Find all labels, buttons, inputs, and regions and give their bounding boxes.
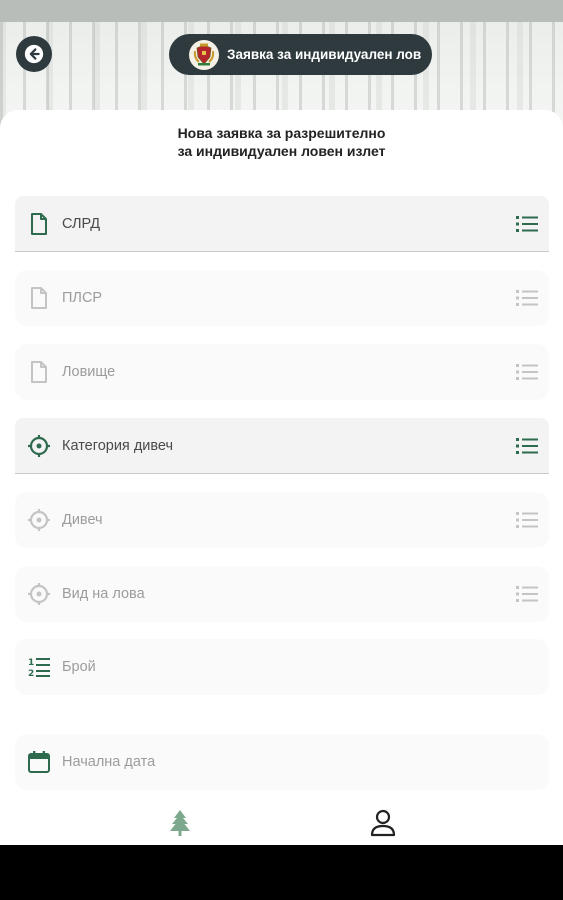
field-hunt-type[interactable]: Вид на лова	[15, 566, 549, 622]
field-start-date[interactable]: Начална дата	[15, 734, 549, 790]
field-hunting-ground[interactable]: Ловище	[15, 344, 549, 400]
status-bar	[0, 0, 563, 22]
field-label: Ловище	[62, 364, 116, 380]
nav-profile-button[interactable]	[368, 808, 398, 838]
svg-text:1: 1	[28, 658, 34, 668]
document-icon	[27, 212, 51, 236]
coat-of-arms-logo	[189, 39, 219, 70]
bottom-nav	[0, 800, 563, 845]
list-icon[interactable]	[515, 212, 539, 236]
field-game[interactable]: Дивеч	[15, 492, 549, 548]
field-label: Брой	[62, 659, 96, 675]
form-title: Нова заявка за разрешително за индивидуа…	[0, 124, 563, 160]
form-title-line2: за индивидуален ловен излет	[177, 143, 386, 159]
form-sheet: Нова заявка за разрешително за индивидуа…	[0, 110, 563, 800]
field-slrd[interactable]: СЛРД	[15, 196, 549, 252]
field-label: ПЛСР	[62, 290, 103, 306]
tree-icon	[170, 810, 190, 836]
list-icon[interactable]	[515, 360, 539, 384]
svg-text:2: 2	[28, 669, 34, 679]
crosshair-icon	[27, 582, 51, 606]
crosshair-icon	[27, 434, 51, 458]
person-icon	[370, 809, 396, 837]
page-title: Заявка за индивидуален лов	[227, 47, 422, 62]
crosshair-icon	[27, 508, 51, 532]
calendar-icon	[27, 750, 51, 774]
field-label: Вид на лова	[62, 586, 145, 602]
document-icon	[27, 360, 51, 384]
system-navigation-bar	[0, 845, 563, 900]
document-icon	[27, 286, 51, 310]
field-label: Категория дивеч	[62, 437, 174, 454]
field-label: Начална дата	[62, 754, 156, 770]
form-title-line1: Нова заявка за разрешително	[177, 125, 386, 141]
list-icon[interactable]	[515, 582, 539, 606]
back-button[interactable]	[16, 36, 52, 72]
list-icon[interactable]	[515, 434, 539, 458]
list-icon[interactable]	[515, 508, 539, 532]
numbered-list-icon: 1 2	[27, 655, 51, 679]
field-label: Дивеч	[62, 512, 103, 528]
list-icon[interactable]	[515, 286, 539, 310]
field-plsr[interactable]: ПЛСР	[15, 270, 549, 326]
nav-tree-button[interactable]	[165, 808, 195, 838]
field-label: СЛРД	[62, 215, 101, 232]
field-game-category[interactable]: Категория дивеч	[15, 418, 549, 474]
page-title-pill: Заявка за индивидуален лов	[169, 34, 432, 75]
field-count[interactable]: 1 2 Брой	[15, 639, 549, 695]
arrow-left-icon	[24, 44, 44, 64]
